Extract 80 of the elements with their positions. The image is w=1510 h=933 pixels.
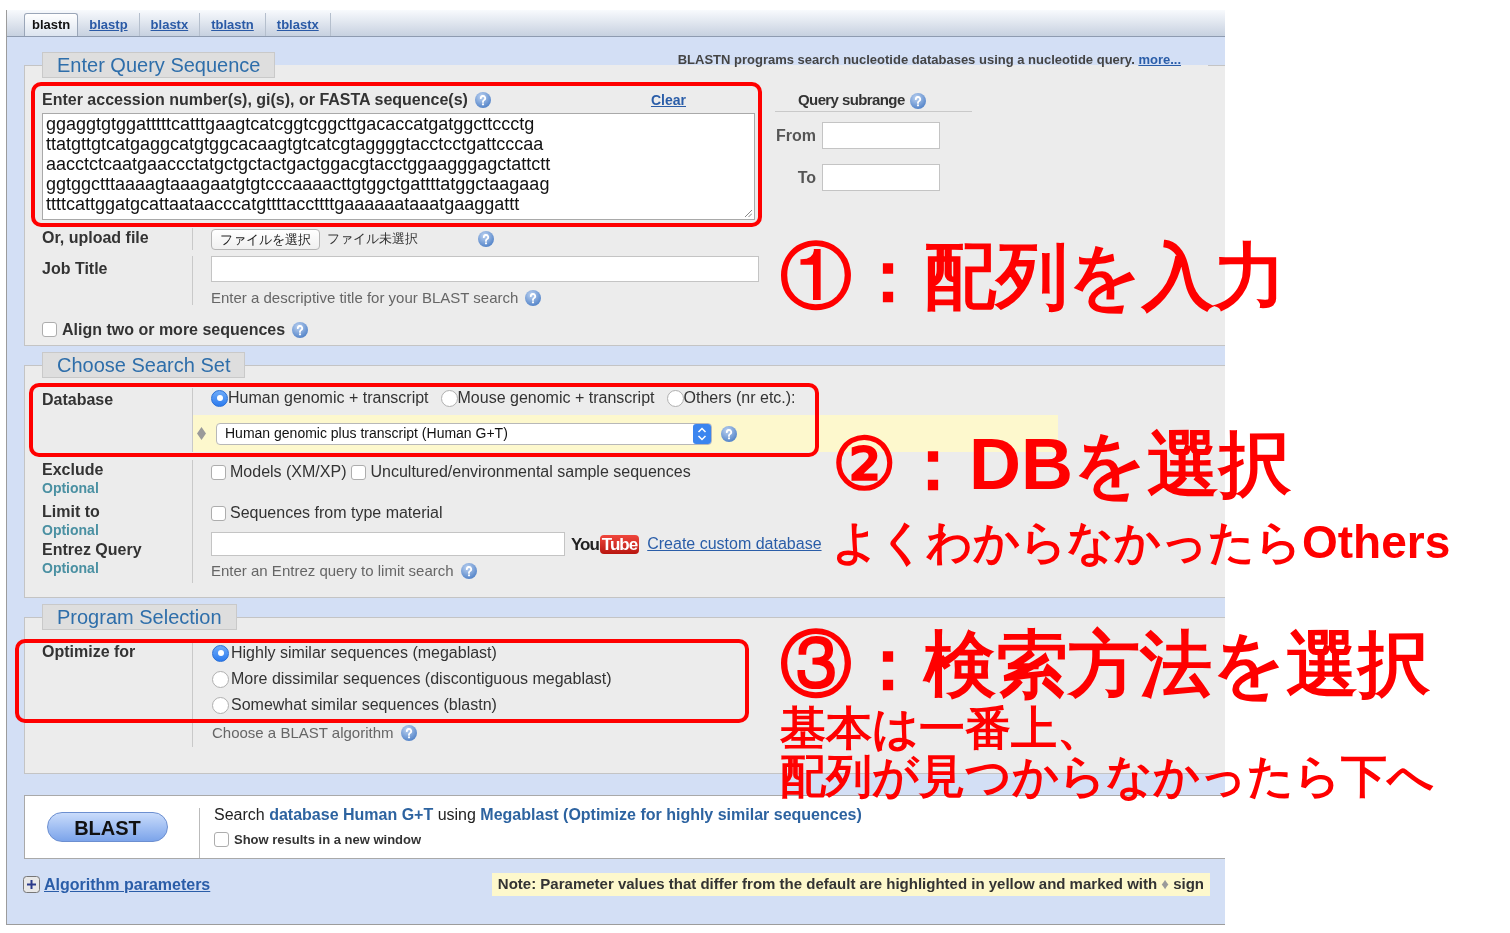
checkbox[interactable]: [351, 464, 367, 480]
section-heading: Program Selection: [42, 604, 237, 630]
help-icon[interactable]: [460, 563, 477, 580]
checkbox[interactable]: [42, 322, 57, 337]
field-label: From: [775, 125, 816, 146]
checkbox-label: Show results in a new window: [234, 830, 422, 849]
program-description: BLASTN programs search nucleotide databases using a nucleotide query. more...: [677, 51, 1181, 69]
radio-button[interactable]: [211, 389, 228, 407]
radio-button[interactable]: [212, 696, 229, 714]
annotation-heading: ③：検索方法を選択: [780, 624, 1431, 704]
radio-label: Highly similar sequences (megablast): [231, 643, 497, 663]
field-hint: Enter a descriptive title for your BLAST search: [211, 288, 519, 308]
checkbox-label: Align two or more sequences: [62, 319, 286, 340]
field-label: Entrez Query: [42, 540, 143, 559]
search-summary: Search database Human G+T using Megablast (Optimize for highly similar sequences): [214, 804, 862, 825]
optional-label: Optional: [42, 521, 100, 540]
help-icon[interactable]: [474, 92, 491, 108]
radio-button[interactable]: [440, 389, 458, 407]
help-icon[interactable]: [525, 290, 542, 307]
checkbox[interactable]: [211, 464, 226, 480]
clear-link[interactable]: Clear: [650, 89, 686, 111]
field-label: To: [796, 167, 816, 188]
checkbox-label: Models (XM/XP): [230, 462, 347, 482]
checkbox-label: Sequences from type material: [230, 503, 443, 523]
checkbox[interactable]: [211, 505, 226, 521]
tab[interactable]: blastp: [78, 13, 140, 36]
radio-label: Human genomic + transcript: [228, 388, 429, 408]
annotation-heading: ②：DBを選択: [832, 424, 1292, 504]
radio-button[interactable]: [666, 389, 684, 407]
section-heading: Choose Search Set: [42, 352, 246, 378]
field-label: Enter accession number(s), gi(s), or FASTA sequence(s): [42, 90, 468, 110]
field-label: Or, upload file: [42, 228, 150, 248]
radio-label: More dissimilar sequences (discontiguous megablast): [231, 669, 612, 689]
entrez-query-input[interactable]: [211, 532, 565, 556]
radio-label: Somewhat similar sequences (blastn): [231, 695, 497, 715]
field-label: Exclude: [42, 460, 105, 479]
from-input[interactable]: [822, 122, 940, 149]
sequence-textarea[interactable]: ggaggtgtggatttttcatttgaagtcatcggtcggcttgacaccatgatggcttccctg ttatgttgtcatgaggcatgtggcacaagtgtcatcgtaggggtacctcctgattcccaa aacctctcaatgaaccctatgctgctactgactggacgtacctggaagggagctattctt ggtggctttaaaagtaaagaatgtgtcccaaaacttgtggctgattttatggctaagaag ttttcattggatgcattaataacccatgttttaccttttgaaaaaataaatgaaggattt: [42, 113, 755, 220]
select-arrows-icon[interactable]: [693, 423, 711, 444]
blast-button[interactable]: BLAST: [47, 812, 168, 842]
radio-label: Mouse genomic + transcript: [457, 388, 655, 408]
field-label: Query subrange: [798, 90, 905, 111]
field-label: Limit to: [42, 502, 101, 521]
algorithm-parameters-link[interactable]: Algorithm parameters: [44, 872, 211, 897]
tab[interactable]: blastx: [139, 13, 201, 36]
help-icon[interactable]: [400, 725, 417, 741]
help-icon[interactable]: [721, 425, 737, 442]
annotation-note: 配列が見つからなかったら下へ: [780, 752, 1434, 800]
expand-plus-icon[interactable]: [23, 876, 40, 893]
tab[interactable]: tblastn: [200, 13, 266, 36]
database-select[interactable]: Human genomic plus transcript (Human G+T): [216, 422, 712, 445]
tab[interactable]: blastn: [24, 13, 79, 36]
help-icon[interactable]: [478, 231, 494, 247]
checkbox-label: Uncultured/environmental sample sequences: [370, 462, 691, 482]
help-icon[interactable]: [292, 321, 309, 338]
more-link[interactable]: more...: [1138, 52, 1181, 67]
job-title-input[interactable]: [211, 256, 759, 282]
checkbox[interactable]: [214, 832, 229, 847]
optional-label: Optional: [42, 479, 100, 498]
annotation-heading: ①：配列を入力: [780, 236, 1286, 316]
field-label: Job Title: [42, 259, 109, 279]
field-hint: Enter an Entrez query to limit search: [211, 561, 454, 581]
resize-grip-icon[interactable]: [744, 209, 752, 217]
section-heading: Enter Query Sequence: [42, 52, 276, 78]
annotation-note: よくわからなかったらOthers: [832, 518, 1451, 566]
field-hint: Choose a BLAST algorithm: [212, 722, 394, 743]
note: Note: Parameter values that differ from the default are highlighted in yellow and marked with ♦ sign: [491, 873, 1210, 896]
tab[interactable]: tblastx: [265, 13, 331, 36]
radio-button[interactable]: [212, 670, 229, 688]
create-database-link[interactable]: Create custom database: [647, 532, 822, 556]
optional-label: Optional: [42, 559, 100, 578]
annotation-note: 基本は一番上、: [780, 704, 1104, 752]
to-input[interactable]: [822, 164, 940, 191]
radio-button[interactable]: [212, 644, 229, 662]
field-label: Database: [42, 390, 115, 410]
help-icon[interactable]: [909, 92, 926, 109]
file-status: ファイル未選択: [327, 230, 418, 249]
choose-file-button[interactable]: ファイルを選択: [211, 228, 320, 250]
field-label: Optimize for: [42, 642, 137, 662]
radio-label: Others (nr etc.):: [683, 388, 796, 408]
